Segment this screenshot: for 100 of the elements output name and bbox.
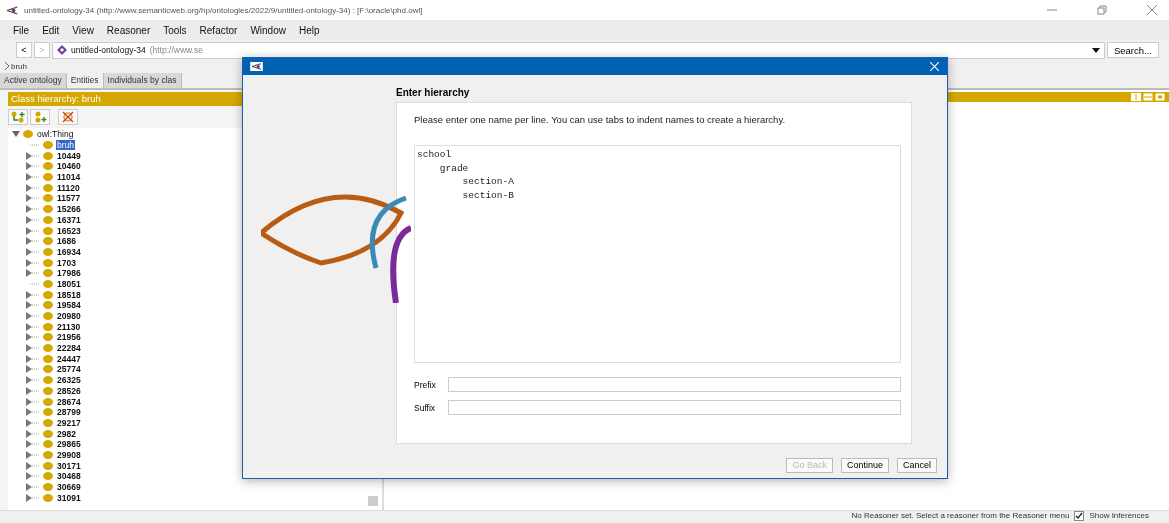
- tree-item[interactable]: owl:Thing: [36, 129, 75, 140]
- tree-item[interactable]: bruh: [56, 140, 75, 151]
- tree-item[interactable]: 29908: [56, 449, 82, 460]
- tree-item[interactable]: 18518: [56, 289, 82, 300]
- add-sibling-button[interactable]: [30, 109, 50, 125]
- hierarchy-text-area[interactable]: school grade section-A section-B: [414, 145, 901, 363]
- tree-item[interactable]: 1686: [56, 236, 77, 247]
- collapsed-triangle-icon[interactable]: [26, 386, 40, 395]
- back-button[interactable]: <: [16, 42, 32, 58]
- tree-item[interactable]: 28799: [56, 407, 82, 418]
- tree-item[interactable]: 30669: [56, 482, 82, 493]
- delete-class-button[interactable]: [58, 109, 78, 125]
- collapsed-triangle-icon[interactable]: [26, 397, 40, 406]
- tree-item[interactable]: 11120: [56, 182, 81, 193]
- collapsed-triangle-icon[interactable]: [26, 376, 40, 385]
- collapsed-triangle-icon[interactable]: [26, 440, 40, 449]
- collapsed-triangle-icon[interactable]: [26, 483, 40, 492]
- collapsed-triangle-icon[interactable]: [26, 194, 40, 203]
- collapsed-triangle-icon[interactable]: [26, 269, 40, 278]
- collapsed-triangle-icon[interactable]: [26, 461, 40, 470]
- dialog-button[interactable]: Continue: [840, 457, 889, 473]
- menu-item[interactable]: Window: [250, 24, 286, 36]
- tree-item[interactable]: 1703: [56, 257, 77, 268]
- collapsed-triangle-icon[interactable]: [26, 344, 40, 353]
- class-dot-icon: [23, 130, 33, 139]
- search-button[interactable]: Search...: [1106, 42, 1159, 58]
- collapsed-triangle-icon[interactable]: [26, 354, 40, 363]
- collapsed-triangle-icon[interactable]: [26, 493, 40, 502]
- tree-item[interactable]: 16934: [56, 246, 82, 257]
- tree-item[interactable]: 2982: [56, 428, 77, 439]
- restore-icon[interactable]: [1097, 5, 1107, 15]
- menu-item[interactable]: File: [13, 24, 30, 36]
- collapsed-triangle-icon[interactable]: [26, 333, 40, 342]
- tree-item[interactable]: 28674: [56, 396, 82, 407]
- collapsed-triangle-icon[interactable]: [26, 408, 40, 417]
- collapsed-triangle-icon[interactable]: [26, 173, 40, 182]
- class-dot-icon: [43, 344, 53, 353]
- tree-item[interactable]: 16523: [56, 225, 82, 236]
- collapsed-triangle-icon[interactable]: [26, 237, 40, 246]
- collapsed-triangle-icon[interactable]: [26, 162, 40, 171]
- tree-item[interactable]: 19584: [56, 300, 82, 311]
- collapsed-triangle-icon[interactable]: [26, 205, 40, 214]
- menu-item[interactable]: View: [72, 24, 94, 36]
- tree-item[interactable]: 18051: [56, 278, 82, 289]
- collapsed-triangle-icon[interactable]: [26, 472, 40, 481]
- collapsed-triangle-icon[interactable]: [26, 322, 40, 331]
- menu-item[interactable]: Edit: [42, 24, 60, 36]
- tab[interactable]: Active ontology: [0, 73, 67, 88]
- tree-item[interactable]: 17986: [56, 268, 82, 279]
- prefix-field[interactable]: [448, 377, 901, 392]
- tree-item[interactable]: 31091: [56, 492, 82, 503]
- tree-item[interactable]: 16371: [56, 214, 82, 225]
- collapsed-triangle-icon[interactable]: [26, 450, 40, 459]
- tree-item[interactable]: 21130: [56, 321, 82, 332]
- dialog-button[interactable]: Cancel: [897, 457, 937, 473]
- tree-item[interactable]: 10460: [56, 161, 82, 172]
- menu-item[interactable]: Reasoner: [106, 24, 151, 36]
- breadcrumb[interactable]: bruh: [11, 61, 27, 71]
- tree-item[interactable]: 15266: [56, 204, 82, 215]
- collapsed-triangle-icon[interactable]: [26, 312, 40, 321]
- tree-item[interactable]: 25774: [56, 364, 82, 375]
- collapsed-triangle-icon[interactable]: [26, 215, 40, 224]
- tree-item[interactable]: 11577: [56, 193, 82, 204]
- tree-item[interactable]: 22284: [56, 343, 82, 354]
- menu-item[interactable]: Refactor: [199, 24, 238, 36]
- tree-item[interactable]: 10449: [56, 150, 82, 161]
- class-dot-icon: [43, 333, 53, 342]
- tree-item[interactable]: 29865: [56, 439, 82, 450]
- add-subclass-button[interactable]: [8, 109, 28, 125]
- tree-item[interactable]: 11014: [56, 172, 82, 183]
- collapsed-triangle-icon[interactable]: [26, 429, 40, 438]
- class-dot-icon: [43, 205, 53, 214]
- tree-item[interactable]: 24447: [56, 353, 82, 364]
- tree-item[interactable]: 28526: [56, 385, 82, 396]
- collapsed-triangle-icon[interactable]: [26, 418, 40, 427]
- menu-item[interactable]: Help: [298, 24, 320, 36]
- instructions-text: Please enter one name per line. You can use tabs to indent names to create a hierarchy.: [414, 114, 787, 125]
- collapsed-triangle-icon[interactable]: [26, 183, 40, 192]
- tree-item[interactable]: 20980: [56, 311, 82, 322]
- tree-item[interactable]: 30171: [56, 460, 82, 471]
- tree-item[interactable]: 21956: [56, 332, 82, 343]
- menu-item[interactable]: Tools: [163, 24, 187, 36]
- tree-item[interactable]: 30468: [56, 471, 82, 482]
- collapsed-triangle-icon[interactable]: [26, 247, 40, 256]
- close-icon[interactable]: [1147, 5, 1157, 15]
- suffix-field[interactable]: [448, 400, 901, 415]
- collapsed-triangle-icon[interactable]: [26, 226, 40, 235]
- collapsed-triangle-icon[interactable]: [26, 258, 40, 267]
- tree-item[interactable]: 26325: [56, 375, 82, 386]
- tab[interactable]: Individuals by clas: [103, 73, 182, 88]
- show-inferences-checkbox[interactable]: [1074, 511, 1085, 521]
- collapsed-triangle-icon[interactable]: [26, 290, 40, 299]
- collapsed-triangle-icon[interactable]: [26, 365, 40, 374]
- ontology-selector[interactable]: untitled-ontology-34 (http://www.se: [52, 41, 1105, 59]
- ontology-iri: (http://www.se: [149, 45, 204, 55]
- collapsed-triangle-icon[interactable]: [26, 301, 40, 310]
- class-dot-icon: [43, 461, 53, 470]
- collapsed-triangle-icon[interactable]: [26, 151, 40, 160]
- tree-item[interactable]: 29217: [56, 417, 82, 428]
- expanded-triangle-icon[interactable]: [12, 130, 20, 139]
